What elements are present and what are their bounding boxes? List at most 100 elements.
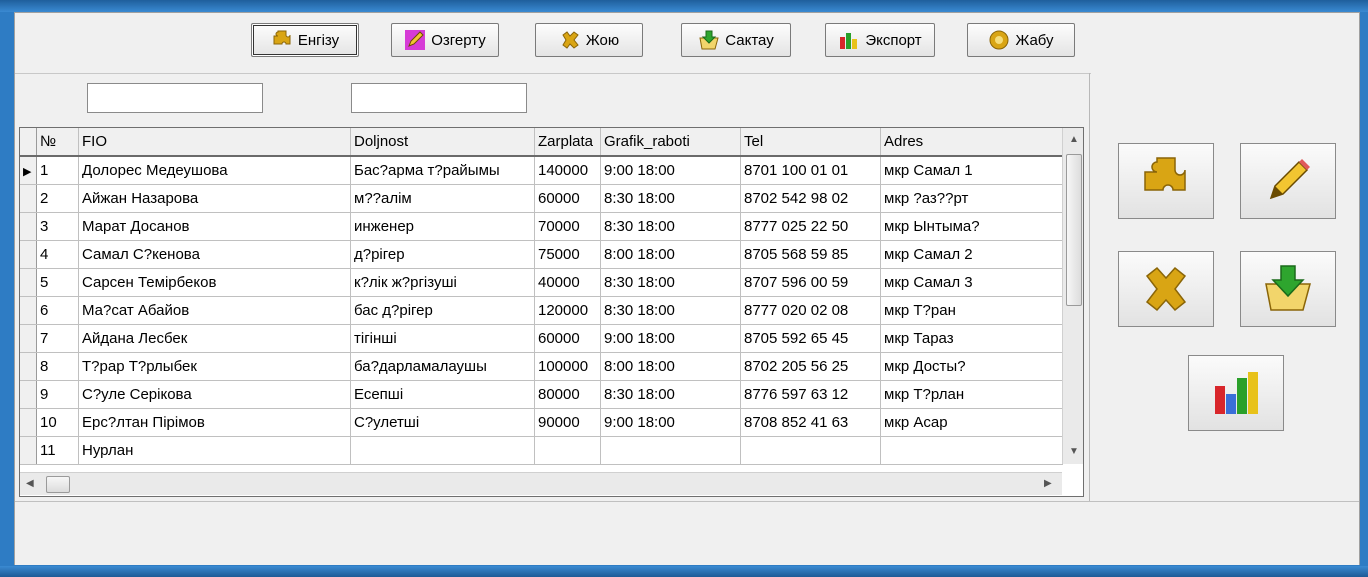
row-indicator[interactable]: [20, 408, 37, 437]
cell-tel[interactable]: 8707 596 00 59: [740, 268, 881, 297]
cell-grafik[interactable]: 8:00 18:00: [600, 240, 741, 269]
cell-number[interactable]: 10: [36, 408, 79, 437]
row-indicator[interactable]: [20, 212, 37, 241]
big-edit-button[interactable]: [1240, 143, 1336, 219]
cell-doljnost[interactable]: ба?дарламалаушы: [350, 352, 535, 381]
row-indicator[interactable]: [20, 352, 37, 381]
cell-grafik[interactable]: 9:00 18:00: [600, 156, 741, 185]
column-header-tel[interactable]: Tel: [740, 128, 881, 157]
cell-zarplata[interactable]: 70000: [534, 212, 601, 241]
column-header-number[interactable]: №: [36, 128, 79, 157]
data-grid[interactable]: № FIO Doljnost Zarplata Grafik_raboti Te…: [19, 127, 1084, 497]
vertical-scroll-thumb[interactable]: [1066, 154, 1082, 306]
cell-zarplata[interactable]: [534, 436, 601, 465]
cell-number[interactable]: 2: [36, 184, 79, 213]
cell-zarplata[interactable]: 60000: [534, 184, 601, 213]
cell-doljnost[interactable]: С?улетші: [350, 408, 535, 437]
big-add-button[interactable]: [1118, 143, 1214, 219]
cell-fio[interactable]: Т?рар Т?рлыбек: [78, 352, 351, 381]
table-row[interactable]: 3 Марат Досанов инженер 70000 8:30 18:00 8777…: [20, 212, 1063, 241]
scroll-right-icon[interactable]: ▶: [1044, 478, 1052, 489]
cell-tel[interactable]: 8705 592 65 45: [740, 324, 881, 353]
row-indicator[interactable]: [20, 296, 37, 325]
cell-tel[interactable]: 8701 100 01 01: [740, 156, 881, 185]
cell-zarplata[interactable]: 75000: [534, 240, 601, 269]
cell-fio[interactable]: Долорес Медеушова: [78, 156, 351, 185]
cell-grafik[interactable]: 8:30 18:00: [600, 296, 741, 325]
cell-doljnost[interactable]: Бас?арма т?райымы: [350, 156, 535, 185]
cell-tel[interactable]: [740, 436, 881, 465]
cell-grafik[interactable]: 9:00 18:00: [600, 324, 741, 353]
scroll-up-icon[interactable]: ▲: [1069, 134, 1079, 145]
cell-doljnost[interactable]: инженер: [350, 212, 535, 241]
close-button[interactable]: Жабу: [967, 23, 1075, 57]
cell-zarplata[interactable]: 140000: [534, 156, 601, 185]
column-header-doljnost[interactable]: Doljnost: [350, 128, 535, 157]
cell-fio[interactable]: Ерс?лтан Пірімов: [78, 408, 351, 437]
cell-adres[interactable]: [880, 436, 1063, 465]
cell-grafik[interactable]: 8:30 18:00: [600, 212, 741, 241]
cell-doljnost[interactable]: тігінші: [350, 324, 535, 353]
cell-fio[interactable]: Ма?сат Абайов: [78, 296, 351, 325]
table-row[interactable]: ▶ 1 Долорес Медеушова Бас?арма т?райымы 1400…: [20, 156, 1063, 185]
cell-doljnost[interactable]: м??алім: [350, 184, 535, 213]
table-row[interactable]: 10 Ерс?лтан Пірімов С?улетші 90000 9:00 18:0…: [20, 408, 1063, 437]
scroll-left-icon[interactable]: ◀: [26, 478, 34, 489]
row-indicator[interactable]: ▶: [20, 156, 37, 185]
table-row[interactable]: 8 Т?рар Т?рлыбек ба?дарламалаушы 100000 8:00…: [20, 352, 1063, 381]
big-delete-button[interactable]: [1118, 251, 1214, 327]
cell-adres[interactable]: мкр Т?рлан: [880, 380, 1063, 409]
cell-number[interactable]: 5: [36, 268, 79, 297]
table-row[interactable]: 11 Нурлан: [20, 436, 1063, 465]
cell-number[interactable]: 4: [36, 240, 79, 269]
cell-adres[interactable]: мкр Асар: [880, 408, 1063, 437]
cell-grafik[interactable]: 9:00 18:00: [600, 408, 741, 437]
cell-doljnost[interactable]: к?лік ж?ргізуші: [350, 268, 535, 297]
cell-number[interactable]: 3: [36, 212, 79, 241]
save-button[interactable]: Сактау: [681, 23, 791, 57]
cell-zarplata[interactable]: 90000: [534, 408, 601, 437]
row-indicator[interactable]: [20, 380, 37, 409]
cell-adres[interactable]: мкр Т?ран: [880, 296, 1063, 325]
cell-tel[interactable]: 8708 852 41 63: [740, 408, 881, 437]
row-indicator[interactable]: [20, 184, 37, 213]
cell-doljnost[interactable]: д?рігер: [350, 240, 535, 269]
table-row[interactable]: 9 С?уле Серікова Есепші 80000 8:30 18:00 8776…: [20, 380, 1063, 409]
edit-button[interactable]: Озгерту: [391, 23, 499, 57]
row-indicator[interactable]: [20, 268, 37, 297]
cell-zarplata[interactable]: 100000: [534, 352, 601, 381]
cell-fio[interactable]: С?уле Серікова: [78, 380, 351, 409]
horizontal-scrollbar[interactable]: ◀ ▶: [20, 472, 1062, 495]
row-indicator[interactable]: [20, 240, 37, 269]
cell-number[interactable]: 9: [36, 380, 79, 409]
cell-zarplata[interactable]: 120000: [534, 296, 601, 325]
cell-grafik[interactable]: [600, 436, 741, 465]
big-save-button[interactable]: [1240, 251, 1336, 327]
row-indicator[interactable]: [20, 324, 37, 353]
cell-fio[interactable]: Айдана Лесбек: [78, 324, 351, 353]
cell-tel[interactable]: 8702 542 98 02: [740, 184, 881, 213]
cell-doljnost[interactable]: [350, 436, 535, 465]
scroll-down-icon[interactable]: ▼: [1069, 446, 1079, 457]
delete-button[interactable]: Жою: [535, 23, 643, 57]
cell-number[interactable]: 1: [36, 156, 79, 185]
table-row[interactable]: 7 Айдана Лесбек тігінші 60000 9:00 18:00 8705…: [20, 324, 1063, 353]
cell-adres[interactable]: мкр Досты?: [880, 352, 1063, 381]
cell-grafik[interactable]: 8:30 18:00: [600, 380, 741, 409]
cell-zarplata[interactable]: 40000: [534, 268, 601, 297]
cell-fio[interactable]: Нурлан: [78, 436, 351, 465]
column-header-fio[interactable]: FIO: [78, 128, 351, 157]
filter-input-doljnost[interactable]: [351, 83, 527, 113]
cell-adres[interactable]: мкр Самал 3: [880, 268, 1063, 297]
table-row[interactable]: 6 Ма?сат Абайов бас д?рігер 120000 8:30 18:0…: [20, 296, 1063, 325]
cell-tel[interactable]: 8702 205 56 25: [740, 352, 881, 381]
table-row[interactable]: 4 Самал С?кенова д?рігер 75000 8:00 18:00 870…: [20, 240, 1063, 269]
cell-tel[interactable]: 8705 568 59 85: [740, 240, 881, 269]
big-export-button[interactable]: [1188, 355, 1284, 431]
cell-adres[interactable]: мкр Самал 1: [880, 156, 1063, 185]
table-row[interactable]: 5 Сарсен Темірбеков к?лік ж?ргізуші 40000 8:…: [20, 268, 1063, 297]
cell-grafik[interactable]: 8:30 18:00: [600, 184, 741, 213]
filter-input-fio[interactable]: [87, 83, 263, 113]
cell-grafik[interactable]: 8:30 18:00: [600, 268, 741, 297]
cell-adres[interactable]: мкр ?аз??рт: [880, 184, 1063, 213]
